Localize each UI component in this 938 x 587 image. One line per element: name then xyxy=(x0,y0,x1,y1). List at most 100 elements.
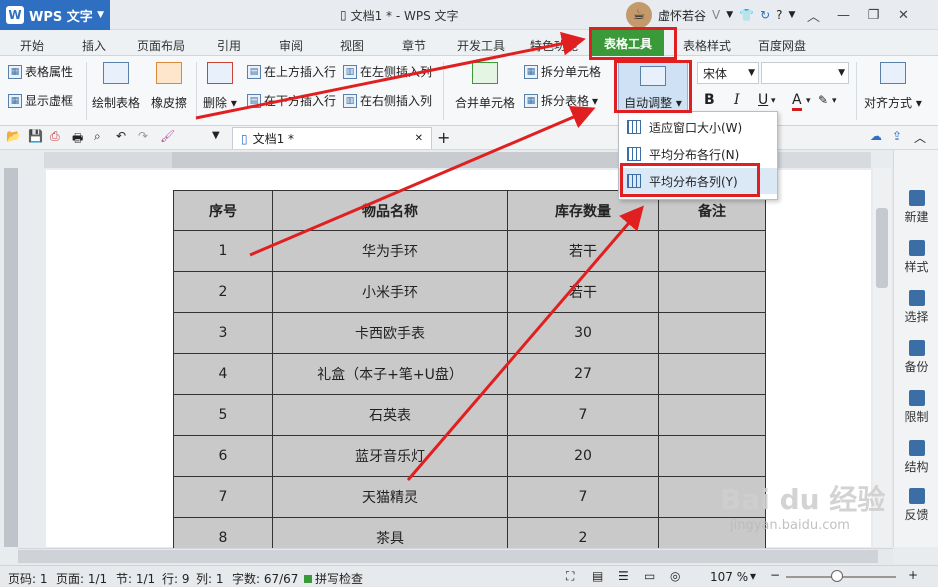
help-icon[interactable]: ? xyxy=(776,8,782,22)
table-cell[interactable]: 5 xyxy=(173,394,273,436)
tab-home[interactable]: 开始 xyxy=(20,34,44,56)
table-header-cell[interactable]: 物品名称 xyxy=(272,190,508,231)
table-cell[interactable]: 7 xyxy=(507,394,659,436)
font-color-button[interactable]: A xyxy=(792,92,802,111)
status-page-code[interactable]: 页码: 1 xyxy=(8,570,48,587)
table-cell[interactable] xyxy=(658,394,766,436)
table-cell[interactable]: 6 xyxy=(173,435,273,477)
chevron-down-icon[interactable]: ▾ xyxy=(832,96,837,106)
table-cell[interactable] xyxy=(658,353,766,395)
tab-insert[interactable]: 插入 xyxy=(82,34,106,56)
panel-feedback[interactable]: 反馈 xyxy=(894,488,938,523)
chevron-down-icon[interactable]: ▼ xyxy=(212,130,220,141)
insert-col-left-button[interactable]: ▥ 在左侧插入列 xyxy=(343,63,432,80)
avatar[interactable]: ☕ xyxy=(626,2,652,28)
auto-fit-button[interactable]: 自动调整 ▾ xyxy=(618,62,688,112)
status-word-count[interactable]: 字数: 67/67 xyxy=(232,570,298,587)
tab-baidu-netdisk[interactable]: 百度网盘 xyxy=(758,34,806,56)
table-cell[interactable] xyxy=(658,312,766,354)
panel-select[interactable]: 选择 xyxy=(894,290,938,325)
table-cell[interactable]: 若干 xyxy=(507,230,659,272)
vertical-ruler[interactable] xyxy=(4,168,18,547)
table-cell[interactable]: 石英表 xyxy=(272,394,508,436)
cloud-icon[interactable]: ☁ xyxy=(870,129,882,143)
table-properties-button[interactable]: ▦ 表格属性 xyxy=(8,63,73,80)
print-icon[interactable]: 🖶 xyxy=(72,129,83,150)
focus-mode-icon[interactable]: ⛶ xyxy=(566,569,574,584)
table-cell[interactable]: 华为手环 xyxy=(272,230,508,272)
user-name[interactable]: 虚怀若谷 xyxy=(658,7,706,24)
table-cell[interactable]: 卡西欧手表 xyxy=(272,312,508,354)
table-cell[interactable]: 礼盒（本子+笔+U盘） xyxy=(272,353,508,395)
panel-restrict[interactable]: 限制 xyxy=(894,390,938,425)
app-menu-button[interactable]: W WPS 文字 ▼ xyxy=(0,0,110,30)
insert-col-right-button[interactable]: ▥ 在右侧插入列 xyxy=(343,92,432,109)
table-cell[interactable]: 1 xyxy=(173,230,273,272)
bold-button[interactable]: B xyxy=(704,92,715,108)
eraser-button[interactable]: 橡皮擦 xyxy=(151,62,187,111)
split-table-button[interactable]: ▦ 拆分表格 ▾ xyxy=(524,92,598,109)
font-size-select[interactable]: ▼ xyxy=(761,62,849,84)
table-cell[interactable] xyxy=(658,435,766,477)
zoom-level[interactable]: 107 % xyxy=(710,570,748,584)
save-icon[interactable]: 💾 xyxy=(28,129,43,143)
table-cell[interactable]: 30 xyxy=(507,312,659,354)
zoom-in-button[interactable]: + xyxy=(908,568,918,582)
collapse-icon[interactable]: ︿ xyxy=(801,3,825,27)
tab-developer[interactable]: 开发工具 xyxy=(457,34,505,56)
merge-cells-button[interactable]: 合并单元格 xyxy=(455,62,515,111)
table-cell[interactable]: 7 xyxy=(507,476,659,518)
outline-view-icon[interactable]: ☰ xyxy=(618,569,629,583)
draw-table-button[interactable]: 绘制表格 xyxy=(92,62,140,111)
close-icon[interactable]: ✕ xyxy=(891,3,915,27)
status-section[interactable]: 节: 1/1 xyxy=(116,570,155,587)
show-grid-button[interactable]: ▦ 显示虚框 xyxy=(8,92,73,109)
tab-view[interactable]: 视图 xyxy=(340,34,364,56)
tab-table-tools[interactable]: 表格工具 xyxy=(592,30,665,56)
tab-references[interactable]: 引用 xyxy=(217,34,241,56)
insert-row-below-button[interactable]: ▤ 在下方插入行 xyxy=(247,92,336,109)
font-name-select[interactable]: 宋体 ▼ xyxy=(697,62,759,84)
zoom-slider-handle[interactable] xyxy=(831,570,843,582)
chevron-down-icon[interactable]: ▼ xyxy=(789,10,796,20)
format-painter-icon[interactable]: 🖌 xyxy=(160,129,175,143)
tab-page-layout[interactable]: 页面布局 xyxy=(137,34,185,56)
panel-structure[interactable]: 结构 xyxy=(894,440,938,475)
scrollbar-thumb[interactable] xyxy=(18,550,878,563)
print-preview-icon[interactable]: ⌕ xyxy=(94,129,101,144)
table-cell[interactable]: 4 xyxy=(173,353,273,395)
menu-item-distribute-columns[interactable]: 平均分布各列(Y) xyxy=(619,168,777,194)
chevron-down-icon[interactable]: ▼ xyxy=(726,10,733,20)
status-row[interactable]: 行: 9 xyxy=(162,570,190,587)
table-cell[interactable]: 7 xyxy=(173,476,273,518)
protect-eye-icon[interactable]: ◎ xyxy=(670,569,680,583)
menu-item-fit-window[interactable]: 适应窗口大小(W) xyxy=(619,114,777,140)
table-cell[interactable]: 2 xyxy=(173,271,273,313)
document-table[interactable]: 序号 物品名称 库存数量 备注 1 华为手环 若干 2 小米手环 若干 3 卡西欧手表 30… xyxy=(173,190,766,559)
status-pages[interactable]: 页面: 1/1 xyxy=(56,570,107,587)
chevron-down-icon[interactable]: ▾ xyxy=(806,96,811,106)
zoom-slider[interactable] xyxy=(786,570,896,582)
italic-button[interactable]: I xyxy=(734,92,740,108)
new-tab-icon[interactable]: + xyxy=(437,128,450,147)
menu-item-distribute-rows[interactable]: 平均分布各行(N) xyxy=(619,141,777,167)
table-cell[interactable]: 蓝牙音乐灯 xyxy=(272,435,508,477)
table-cell[interactable]: 27 xyxy=(507,353,659,395)
document-tab[interactable]: ▯ 文档1 * ✕ xyxy=(232,127,432,149)
table-cell[interactable] xyxy=(658,271,766,313)
split-cell-button[interactable]: ▦ 拆分单元格 xyxy=(524,63,601,80)
close-icon[interactable]: ✕ xyxy=(415,133,423,144)
chevron-down-icon[interactable]: ▾ xyxy=(771,96,776,106)
panel-style[interactable]: 样式 xyxy=(894,240,938,275)
table-cell[interactable] xyxy=(658,230,766,272)
scrollbar-thumb[interactable] xyxy=(876,208,888,288)
highlight-icon[interactable]: ✎ xyxy=(818,93,828,107)
pdf-icon[interactable]: ⎙ xyxy=(50,129,60,144)
table-cell[interactable]: 20 xyxy=(507,435,659,477)
skin-icon[interactable]: 👕 xyxy=(739,8,754,22)
undo-icon[interactable]: ↶ xyxy=(116,129,126,143)
open-folder-icon[interactable]: 📂 xyxy=(6,129,21,143)
status-col[interactable]: 列: 1 xyxy=(196,570,224,587)
align-button[interactable]: 对齐方式 ▾ xyxy=(864,62,922,111)
tab-table-style[interactable]: 表格样式 xyxy=(683,34,731,56)
